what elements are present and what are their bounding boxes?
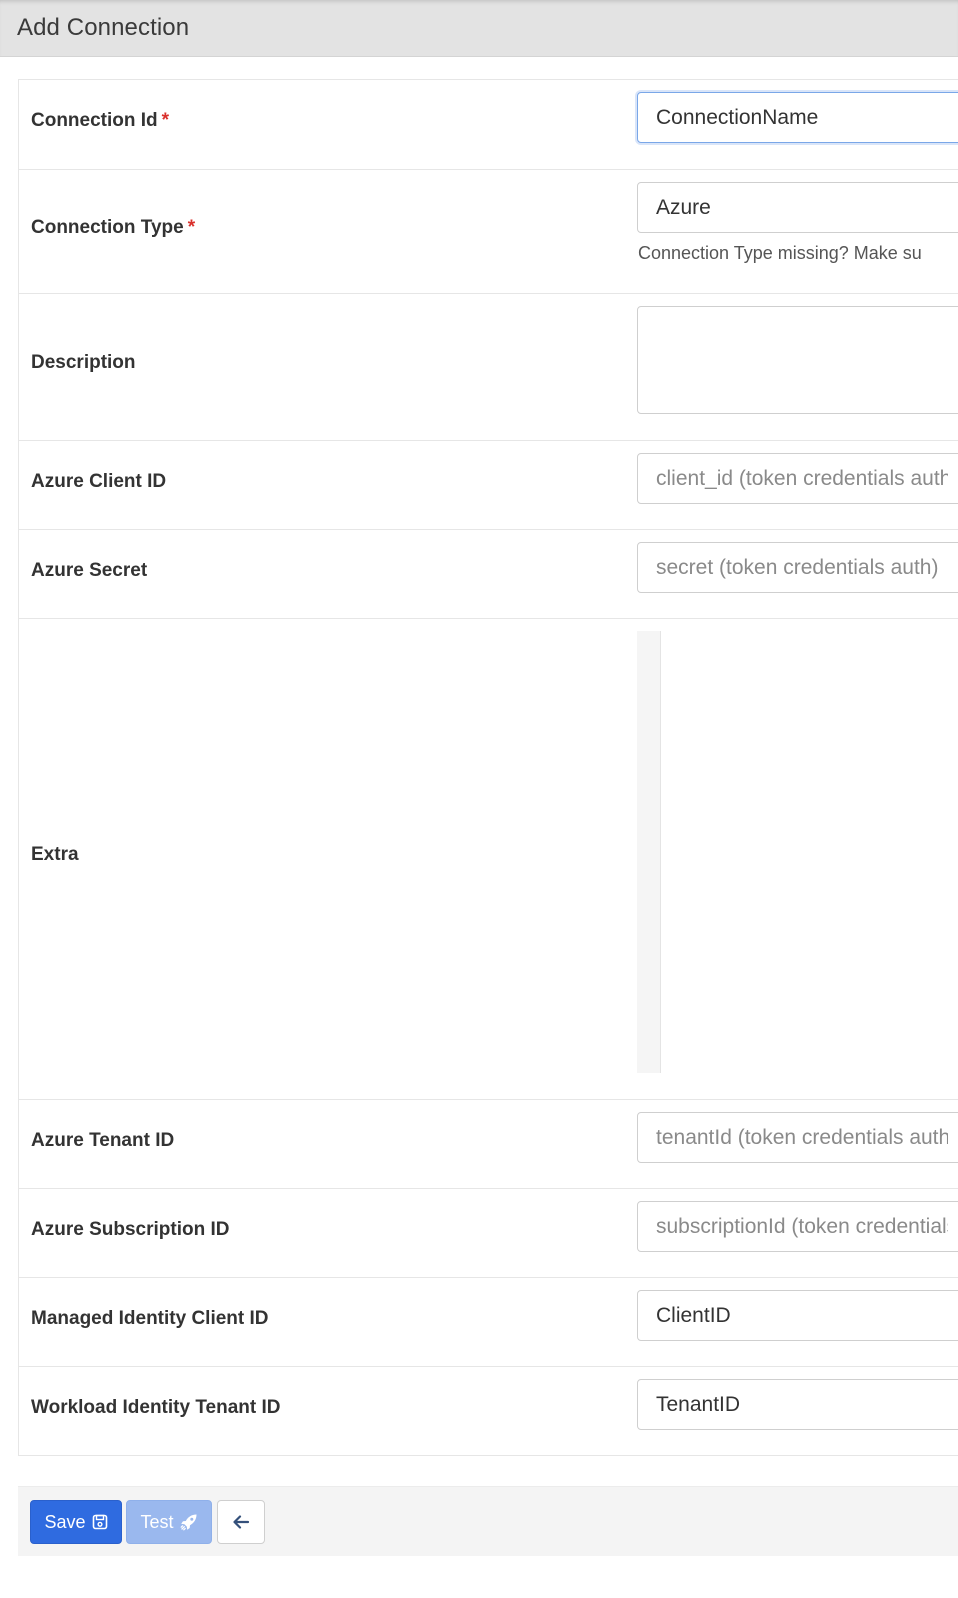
form-row-azure-secret: Azure Secret	[19, 530, 958, 619]
azure-secret-input[interactable]	[637, 542, 958, 593]
test-button[interactable]: Test	[126, 1500, 212, 1544]
azure-subscription-id-label: Azure Subscription ID	[31, 1219, 230, 1240]
floppy-disk-icon	[92, 1514, 108, 1530]
form-row-azure-subscription-id: Azure Subscription ID	[19, 1189, 958, 1278]
arrow-left-icon	[232, 1513, 250, 1531]
connection-id-label: Connection Id *	[31, 110, 170, 131]
form-row-description: Description	[19, 294, 958, 441]
form-row-extra: Extra	[19, 619, 958, 1100]
description-textarea[interactable]	[637, 306, 958, 414]
form-actions: Save Test	[18, 1486, 958, 1556]
form-row-azure-client-id: Azure Client ID	[19, 441, 958, 530]
extra-code-editor[interactable]	[637, 631, 958, 1073]
line-number-gutter	[637, 631, 661, 1073]
azure-client-id-input[interactable]	[637, 453, 958, 504]
test-label: Test	[140, 1511, 174, 1532]
form-row-workload-identity-tenant-id: Workload Identity Tenant ID	[19, 1367, 958, 1456]
form-row-azure-tenant-id: Azure Tenant ID	[19, 1100, 958, 1189]
managed-identity-client-id-input[interactable]	[637, 1290, 958, 1341]
save-label: Save	[44, 1511, 86, 1532]
azure-secret-label: Azure Secret	[31, 560, 148, 581]
form-row-connection-id: Connection Id *	[19, 80, 958, 170]
azure-tenant-id-input[interactable]	[637, 1112, 958, 1163]
required-marker: *	[161, 110, 170, 131]
workload-identity-tenant-id-label: Workload Identity Tenant ID	[31, 1397, 281, 1418]
page-header: Add Connection	[0, 0, 958, 57]
connection-type-select[interactable]: Azure	[637, 182, 958, 233]
workload-identity-tenant-id-input[interactable]	[637, 1379, 958, 1430]
description-label: Description	[31, 352, 136, 373]
managed-identity-client-id-label: Managed Identity Client ID	[31, 1308, 269, 1329]
connection-type-label: Connection Type *	[31, 217, 196, 238]
required-marker: *	[187, 217, 196, 238]
page-title: Add Connection	[17, 14, 190, 41]
connection-id-input[interactable]	[637, 92, 958, 143]
form-row-managed-identity-client-id: Managed Identity Client ID	[19, 1278, 958, 1367]
form-row-connection-type: Connection Type * Azure Connection Type m…	[19, 170, 958, 294]
save-button[interactable]: Save	[30, 1500, 122, 1544]
rocket-icon	[180, 1513, 198, 1531]
azure-tenant-id-label: Azure Tenant ID	[31, 1130, 175, 1151]
back-button[interactable]	[217, 1500, 265, 1544]
extra-label: Extra	[31, 844, 79, 865]
azure-subscription-id-input[interactable]	[637, 1201, 958, 1252]
connection-type-help: Connection Type missing? Make su	[638, 243, 922, 263]
connection-form: Connection Id* Connection Type* Azure Co…	[18, 79, 958, 1456]
azure-client-id-label: Azure Client ID	[31, 471, 167, 492]
